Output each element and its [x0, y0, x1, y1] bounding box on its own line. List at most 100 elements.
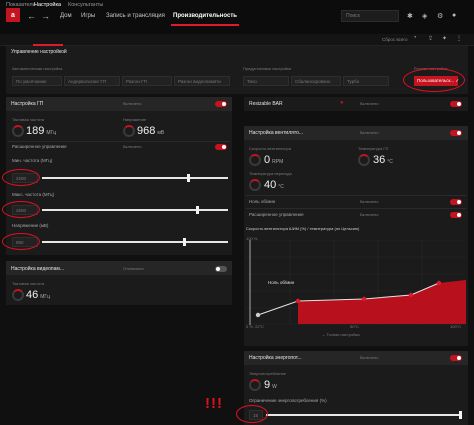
fan-tuning-status: Включено — [360, 130, 379, 135]
min-freq-slider[interactable] — [42, 174, 228, 182]
zero-rpm-status: Включено — [360, 199, 379, 204]
junction-temp-gauge-icon — [249, 179, 261, 191]
annotation-circle-voltage — [2, 233, 40, 250]
junction-temp-value: 40 °C — [264, 179, 284, 191]
annotation-circle-min-freq — [2, 169, 40, 186]
max-freq-slider[interactable] — [42, 206, 228, 214]
fan-speed-gauge-icon — [249, 154, 261, 166]
voltage-mv-slider-thumb[interactable] — [183, 238, 187, 246]
min-freq-label: Мин. частота (МГц) — [12, 158, 53, 163]
power-limit-label: Ограничение энергопотребления (%) — [249, 398, 327, 403]
resizable-bar-status: Включено — [360, 101, 379, 106]
power-consumption-label: Энергопотребление — [249, 371, 287, 376]
divider — [246, 208, 466, 209]
fan-curve-title: Скорость вентилятора ШИМ (%) / температу… — [246, 226, 360, 231]
annotation-circle-custom — [403, 68, 465, 92]
forward-arrow-icon[interactable]: → — [41, 11, 50, 21]
default-button[interactable]: По умолчанию — [12, 76, 62, 86]
max-freq-slider-thumb[interactable] — [196, 206, 200, 214]
power-tuning-title: Настройка энергопот... — [249, 355, 302, 361]
power-limit-slider[interactable] — [266, 411, 462, 419]
divider — [8, 141, 230, 142]
notification-icon[interactable]: ◈ — [422, 12, 427, 20]
preset-quiet-button[interactable]: Тихо — [243, 76, 289, 86]
voltage-label: Напряжение — [123, 117, 147, 122]
voltage-mv-slider[interactable] — [42, 238, 228, 246]
power-limit-slider-thumb[interactable] — [459, 411, 462, 419]
preset-turbo-button[interactable]: Турбо — [343, 76, 389, 86]
vram-clock-value: 46 МГц — [26, 289, 50, 301]
voltage-gauge-icon — [123, 125, 135, 137]
vram-clock-gauge-icon — [12, 289, 24, 301]
fan-speed-value: 0 RPM — [264, 154, 284, 166]
presets-label: Предустановки настройки — [243, 66, 292, 71]
gpu-overclock-button[interactable]: Разгон ГП — [122, 76, 172, 86]
tuning-control-title: Управление настройкой — [11, 49, 67, 55]
gpu-temp-value: 36 °C — [373, 154, 393, 166]
resizable-bar-title: Resizable BAR — [249, 101, 283, 107]
annotation-circle-max-freq — [2, 201, 40, 218]
annotation-circle-power-limit — [236, 405, 268, 423]
advanced-control-toggle[interactable] — [215, 144, 227, 150]
fan-curve-point-4 — [408, 292, 414, 298]
vram-tuning-title: Настройка видеопам... — [11, 266, 65, 272]
fan-curve-point-5 — [436, 280, 442, 286]
gpu-temp-gauge-icon — [358, 154, 370, 166]
power-tuning-toggle[interactable] — [450, 355, 462, 361]
gear-icon[interactable]: ⚙ — [437, 12, 443, 20]
fan-advanced-toggle[interactable] — [450, 212, 462, 218]
zero-rpm-label: Ноль об/мин — [249, 199, 276, 204]
fan-curve-x-right: 100°C — [450, 324, 462, 329]
power-gauge-icon — [249, 379, 261, 391]
more-icon[interactable]: ⋮ — [456, 35, 462, 42]
gpu-tuning-title: Настройка ГП — [11, 101, 44, 107]
tab-tuning[interactable]: Настройка — [34, 2, 61, 8]
power-tuning-status: Включено — [360, 355, 379, 360]
gauge-icon[interactable]: ◔ — [413, 35, 417, 41]
fan-speed-label: Скорость вентилятора — [249, 146, 291, 151]
back-arrow-icon[interactable]: ← — [27, 11, 36, 21]
clock-gauge-icon — [12, 125, 24, 137]
fan-tuning-toggle[interactable] — [450, 130, 462, 136]
undervolt-button[interactable]: Андервольтинг ГП — [64, 76, 120, 86]
fan-curve-x-left: 0 %, 22°C — [246, 324, 265, 329]
min-freq-slider-thumb[interactable] — [187, 174, 191, 182]
tab-advisors[interactable]: Консультанты — [68, 2, 103, 8]
lightbulb-icon[interactable]: ✦ — [442, 35, 447, 42]
fan-curve-zero-rpm-label: Ноль об/мин — [268, 280, 295, 285]
fan-advanced-status: Включено — [360, 212, 379, 217]
resizable-bar-toggle[interactable] — [450, 101, 462, 107]
fan-curve-point-3 — [361, 296, 367, 302]
export-icon[interactable]: ⇪ — [428, 35, 433, 42]
nav-record-stream[interactable]: Запись и трансляция — [106, 13, 165, 19]
advanced-control-label: Расширенное управление — [12, 144, 67, 149]
divider — [246, 195, 466, 196]
fine-tune-link[interactable]: ⌄ Точная настройка — [322, 332, 360, 337]
vram-tuning-toggle[interactable] — [215, 266, 227, 272]
fan-curve-x-mid: 50°C — [350, 324, 359, 329]
gpu-temp-label: Температура ГП — [358, 146, 389, 151]
voltage-mv-label: Напряжение (мВ) — [12, 223, 49, 228]
clock-value: 189 МГц — [26, 125, 57, 137]
nav-home[interactable]: Дом — [60, 13, 72, 19]
preset-balanced-button[interactable]: Сбалансировано — [291, 76, 341, 86]
nav-active-underline — [171, 24, 239, 26]
fan-curve-point-2 — [295, 298, 301, 304]
vram-overclock-button[interactable]: Разгон видеопамяти — [174, 76, 230, 86]
reset-all-link[interactable]: Сброс всего — [382, 37, 407, 42]
gpu-tuning-status: Включено — [123, 101, 142, 106]
nav-performance[interactable]: Производительность — [173, 13, 237, 19]
zero-rpm-toggle[interactable] — [450, 199, 462, 205]
search-input[interactable]: Поиск — [341, 10, 399, 22]
bug-icon[interactable]: ✱ — [407, 12, 413, 20]
gpu-tuning-toggle[interactable] — [215, 101, 227, 107]
user-icon[interactable]: ● — [452, 12, 456, 19]
clock-label: Тактовая частота — [12, 117, 45, 122]
amd-logo: a — [6, 8, 20, 22]
tab-metrics[interactable]: Показатели — [6, 2, 36, 8]
fan-tuning-title: Настройка вентилято... — [249, 130, 304, 136]
fan-advanced-label: Расширенное управление — [249, 212, 304, 217]
max-freq-label: Макс. частота (МГц) — [12, 192, 55, 197]
power-consumption-value: 9W — [264, 379, 277, 391]
nav-games[interactable]: Игры — [81, 13, 95, 19]
